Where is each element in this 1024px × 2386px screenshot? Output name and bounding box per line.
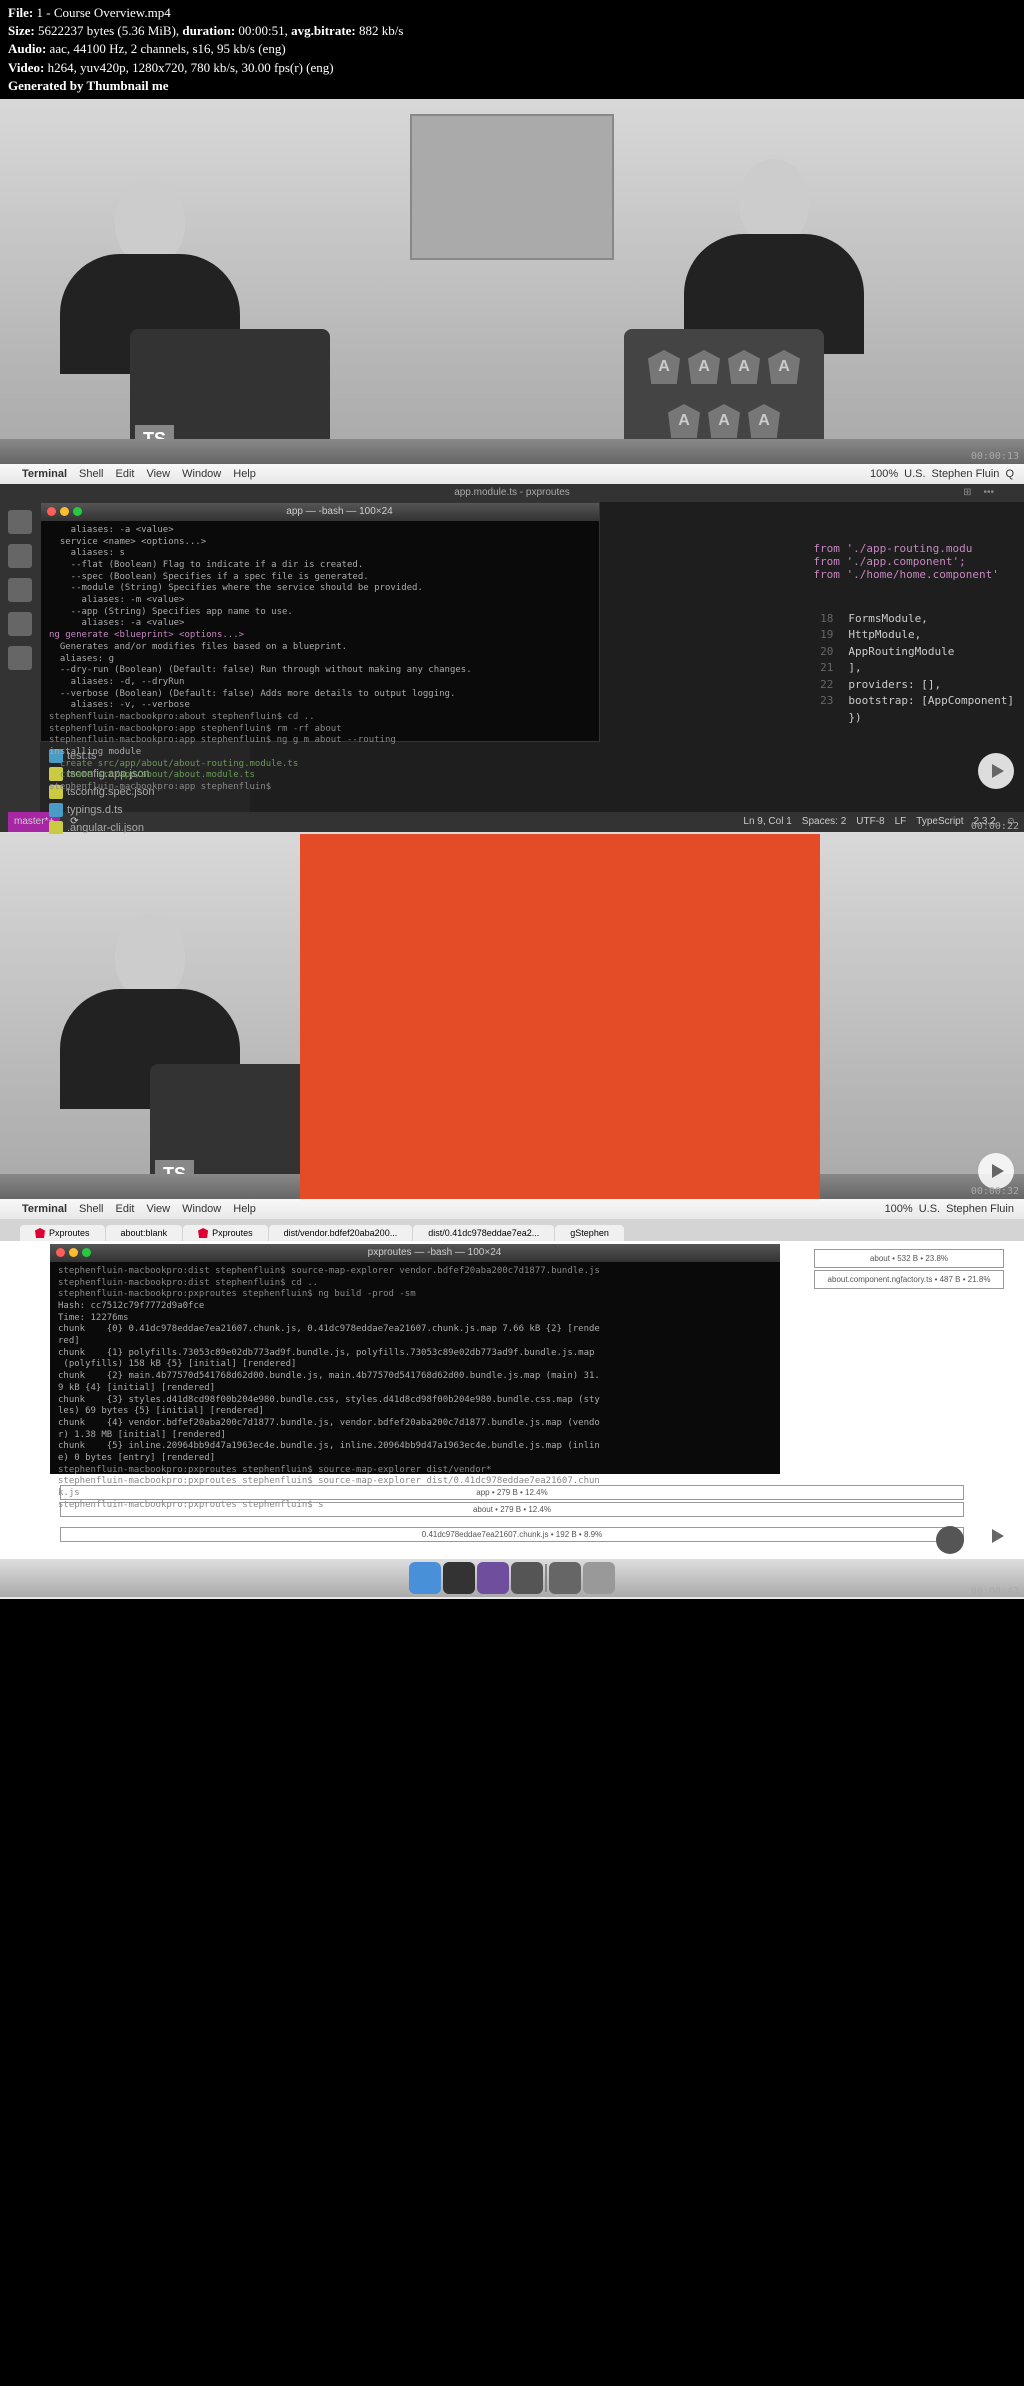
close-icon[interactable] bbox=[56, 1248, 65, 1257]
video-metadata-header: File: 1 - Course Overview.mp4 Size: 5622… bbox=[0, 0, 1024, 99]
timestamp: 00:00:22 bbox=[971, 821, 1019, 832]
trash-icon[interactable] bbox=[583, 1562, 615, 1594]
browser-tab[interactable]: about:blank bbox=[106, 1225, 183, 1241]
search-icon[interactable] bbox=[8, 544, 32, 568]
language-mode[interactable]: TypeScript bbox=[916, 816, 963, 827]
close-icon[interactable] bbox=[47, 507, 56, 516]
menu-edit[interactable]: Edit bbox=[116, 468, 135, 480]
thumbnail-frame-3: TS 00:00:32 bbox=[0, 834, 1024, 1199]
git-icon[interactable] bbox=[8, 578, 32, 602]
angular-icon: A bbox=[708, 404, 740, 438]
extensions-icon[interactable] bbox=[8, 646, 32, 670]
finder-icon[interactable] bbox=[409, 1562, 441, 1594]
angular-icon: A bbox=[768, 350, 800, 384]
sourcemap-sidebar: about • 532 B • 23.8% about.component.ng… bbox=[814, 1249, 1004, 1291]
user-name[interactable]: Stephen Fluin bbox=[932, 468, 1000, 480]
angular-icon: A bbox=[688, 350, 720, 384]
dock-app-icon[interactable] bbox=[549, 1562, 581, 1594]
browser-tab[interactable]: dist/0.41dc978eddae7ea2... bbox=[413, 1225, 554, 1241]
cursor-position[interactable]: Ln 9, Col 1 bbox=[743, 816, 791, 827]
terminal-window: pxproutes — -bash — 100×24 stephenfluin-… bbox=[50, 1244, 780, 1474]
ide-activity-bar bbox=[0, 502, 40, 812]
angular-icon: A bbox=[648, 350, 680, 384]
play-button-overlay[interactable] bbox=[978, 1518, 1014, 1554]
menu-window[interactable]: Window bbox=[182, 468, 221, 480]
indent-setting[interactable]: Spaces: 2 bbox=[802, 816, 846, 827]
terminal-title: pxproutes — -bash — 100×24 bbox=[368, 1247, 502, 1258]
file-label: File: bbox=[8, 5, 33, 20]
battery-indicator[interactable]: 100% bbox=[870, 468, 898, 480]
angular-icon: A bbox=[748, 404, 780, 438]
mac-dock bbox=[0, 1559, 1024, 1597]
browser-tab[interactable]: Pxproutes bbox=[20, 1225, 105, 1241]
play-button-overlay[interactable] bbox=[978, 753, 1014, 789]
browser-tab[interactable]: gStephen bbox=[555, 1225, 624, 1241]
minimize-icon[interactable] bbox=[69, 1248, 78, 1257]
pluralsight-logo bbox=[936, 1526, 964, 1554]
menu-terminal[interactable]: Terminal bbox=[22, 1203, 67, 1215]
size-label: Size: bbox=[8, 23, 35, 38]
split-icon[interactable]: ⊞ bbox=[963, 487, 971, 498]
vscode-icon[interactable] bbox=[477, 1562, 509, 1594]
browser-tabs: Pxproutes about:blank Pxproutes dist/ven… bbox=[0, 1219, 1024, 1241]
terminal-title: app — -bash — 100×24 bbox=[286, 506, 392, 517]
sourcemap-block[interactable]: about • 532 B • 23.8% bbox=[814, 1249, 1004, 1268]
more-icon[interactable]: ••• bbox=[983, 487, 994, 498]
browser-tab[interactable]: Pxproutes bbox=[183, 1225, 268, 1241]
audio-label: Audio: bbox=[8, 41, 46, 56]
code-editor[interactable]: from './app-routing.modu from './app.com… bbox=[813, 542, 1014, 727]
terminal-icon[interactable] bbox=[443, 1562, 475, 1594]
video-label: Video: bbox=[8, 60, 44, 75]
timestamp: 00:00:32 bbox=[971, 1186, 1019, 1197]
terminal-window: app — -bash — 100×24 aliases: -a <value>… bbox=[40, 502, 600, 742]
locale-flag[interactable]: U.S. bbox=[904, 468, 925, 480]
browser-tab[interactable]: dist/vendor.bdfef20aba200... bbox=[269, 1225, 413, 1241]
thumbnail-frame-2: Terminal Shell Edit View Window Help 100… bbox=[0, 464, 1024, 834]
angular-icon bbox=[198, 1228, 208, 1238]
menu-help[interactable]: Help bbox=[233, 468, 256, 480]
mac-menubar: Terminal Shell Edit View Window Help 100… bbox=[0, 1199, 1024, 1219]
sourcemap-block[interactable]: 0.41dc978eddae7ea21607.chunk.js • 192 B … bbox=[60, 1527, 964, 1542]
overlay-panel bbox=[300, 834, 820, 1199]
minimize-icon[interactable] bbox=[60, 507, 69, 516]
tree-item[interactable]: typings.d.ts bbox=[45, 801, 245, 819]
thumbnail-frame-1: TS A A A A A A A 00:00:13 bbox=[0, 99, 1024, 464]
terminal-output[interactable]: stephenfluin-macbookpro:dist stephenflui… bbox=[50, 1262, 780, 1515]
menu-terminal[interactable]: Terminal bbox=[22, 468, 67, 480]
file-value: 1 - Course Overview.mp4 bbox=[37, 5, 171, 20]
dock-app-icon[interactable] bbox=[511, 1562, 543, 1594]
timestamp: 00:00:13 bbox=[971, 451, 1019, 462]
explorer-icon[interactable] bbox=[8, 510, 32, 534]
menu-view[interactable]: View bbox=[146, 468, 170, 480]
generated-label: Generated by Thumbnail me bbox=[8, 78, 168, 93]
timestamp: 00:00:43 bbox=[971, 1586, 1019, 1597]
line-ending[interactable]: LF bbox=[895, 816, 907, 827]
editor-tab-title: app.module.ts - pxproutes bbox=[454, 487, 570, 498]
angular-icon: A bbox=[668, 404, 700, 438]
angular-icon bbox=[35, 1228, 45, 1238]
thumbnail-frame-4: Terminal Shell Edit View Window Help 100… bbox=[0, 1199, 1024, 1599]
person-right bbox=[674, 159, 874, 354]
debug-icon[interactable] bbox=[8, 612, 32, 636]
sourcemap-block[interactable]: about.component.ngfactory.ts • 487 B • 2… bbox=[814, 1270, 1004, 1289]
maximize-icon[interactable] bbox=[82, 1248, 91, 1257]
mac-menubar: Terminal Shell Edit View Window Help 100… bbox=[0, 464, 1024, 484]
menu-shell[interactable]: Shell bbox=[79, 468, 103, 480]
play-button-overlay[interactable] bbox=[978, 1153, 1014, 1189]
angular-icon: A bbox=[728, 350, 760, 384]
terminal-output[interactable]: aliases: -a <value> service <name> <opti… bbox=[41, 521, 599, 798]
maximize-icon[interactable] bbox=[73, 507, 82, 516]
search-icon[interactable]: Q bbox=[1005, 468, 1014, 480]
encoding[interactable]: UTF-8 bbox=[856, 816, 884, 827]
